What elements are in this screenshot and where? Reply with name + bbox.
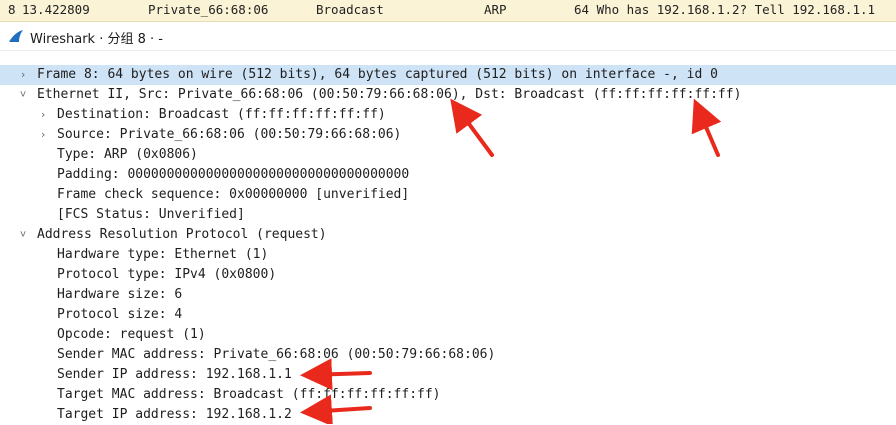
packet-source: Private_66:68:06 (148, 2, 269, 17)
packet-time: 13.422809 (22, 2, 90, 17)
chevron-right-icon[interactable]: › (37, 125, 49, 145)
tree-item-eth-dst[interactable]: › Destination: Broadcast (ff:ff:ff:ff:ff:… (0, 105, 896, 125)
tree-item-label: Protocol type: IPv4 (0x0800) (57, 267, 277, 282)
tree-item-eth-fcs[interactable]: Frame check sequence: 0x00000000 [unveri… (0, 185, 896, 205)
packet-protocol: ARP (484, 2, 507, 17)
packet-details-tree[interactable]: › Frame 8: 64 bytes on wire (512 bits), 6… (0, 62, 896, 424)
tree-item-label: Target IP address: 192.168.1.2 (57, 407, 292, 422)
tree-item-arp-target-mac[interactable]: Target MAC address: Broadcast (ff:ff:ff:… (0, 385, 896, 405)
tree-item-arp-proto-type[interactable]: Protocol type: IPv4 (0x0800) (0, 265, 896, 285)
chevron-right-icon[interactable]: › (37, 105, 49, 125)
tree-item-label: Opcode: request (1) (57, 327, 206, 342)
chevron-down-icon[interactable]: ˅ (17, 225, 29, 245)
tree-item-arp-hw-size[interactable]: Hardware size: 6 (0, 285, 896, 305)
packet-destination: Broadcast (316, 2, 384, 17)
packet-list-row[interactable]: 8 13.422809 Private_66:68:06 Broadcast A… (0, 0, 896, 22)
tree-item-label: Padding: 0000000000000000000000000000000… (57, 167, 410, 182)
tree-item-label: Frame check sequence: 0x00000000 [unveri… (57, 187, 410, 202)
tree-item-arp-sender-ip[interactable]: Sender IP address: 192.168.1.1 (0, 365, 896, 385)
tree-item-arp[interactable]: ˅ Address Resolution Protocol (request) (0, 225, 896, 245)
packet-info: 64 Who has 192.168.1.2? Tell 192.168.1.1 (574, 2, 876, 17)
tree-item-label: Hardware size: 6 (57, 287, 183, 302)
tree-item-eth-fcs-status[interactable]: [FCS Status: Unverified] (0, 205, 896, 225)
tree-item-label: Hardware type: Ethernet (1) (57, 247, 269, 262)
tree-item-eth-type[interactable]: Type: ARP (0x0806) (0, 145, 896, 165)
tree-item-ethernet[interactable]: ˅ Ethernet II, Src: Private_66:68:06 (00:… (0, 85, 896, 105)
tree-item-label: Target MAC address: Broadcast (ff:ff:ff:… (57, 387, 441, 402)
tree-item-arp-target-ip[interactable]: Target IP address: 192.168.1.2 (0, 405, 896, 425)
tree-item-label: Sender IP address: 192.168.1.1 (57, 367, 292, 382)
window-title: Wireshark · 分组 8 · - (30, 32, 163, 47)
wireshark-fin-icon (9, 30, 23, 42)
tree-item-arp-sender-mac[interactable]: Sender MAC address: Private_66:68:06 (00… (0, 345, 896, 365)
tree-item-label: Frame 8: 64 bytes on wire (512 bits), 64… (37, 67, 718, 82)
tree-item-label: Protocol size: 4 (57, 307, 183, 322)
chevron-right-icon[interactable]: › (17, 65, 29, 85)
tree-item-eth-padding[interactable]: Padding: 0000000000000000000000000000000… (0, 165, 896, 185)
tree-item-eth-src[interactable]: › Source: Private_66:68:06 (00:50:79:66:6… (0, 125, 896, 145)
tree-item-label: Destination: Broadcast (ff:ff:ff:ff:ff:f… (57, 107, 386, 122)
tree-item-arp-hw-type[interactable]: Hardware type: Ethernet (1) (0, 245, 896, 265)
tree-item-label: Type: ARP (0x0806) (57, 147, 198, 162)
tree-item-label: Address Resolution Protocol (request) (37, 227, 327, 242)
tree-item-label: Ethernet II, Src: Private_66:68:06 (00:5… (37, 87, 742, 102)
tree-item-frame[interactable]: › Frame 8: 64 bytes on wire (512 bits), 6… (0, 65, 896, 85)
tree-item-label: Source: Private_66:68:06 (00:50:79:66:68… (57, 127, 402, 142)
tree-item-arp-proto-size[interactable]: Protocol size: 4 (0, 305, 896, 325)
tree-item-label: [FCS Status: Unverified] (57, 207, 245, 222)
tree-item-arp-opcode[interactable]: Opcode: request (1) (0, 325, 896, 345)
tree-item-label: Sender MAC address: Private_66:68:06 (00… (57, 347, 496, 362)
chevron-down-icon[interactable]: ˅ (17, 85, 29, 105)
packet-number: 8 (8, 2, 16, 17)
window-title-bar[interactable]: Wireshark · 分组 8 · - (0, 22, 896, 51)
